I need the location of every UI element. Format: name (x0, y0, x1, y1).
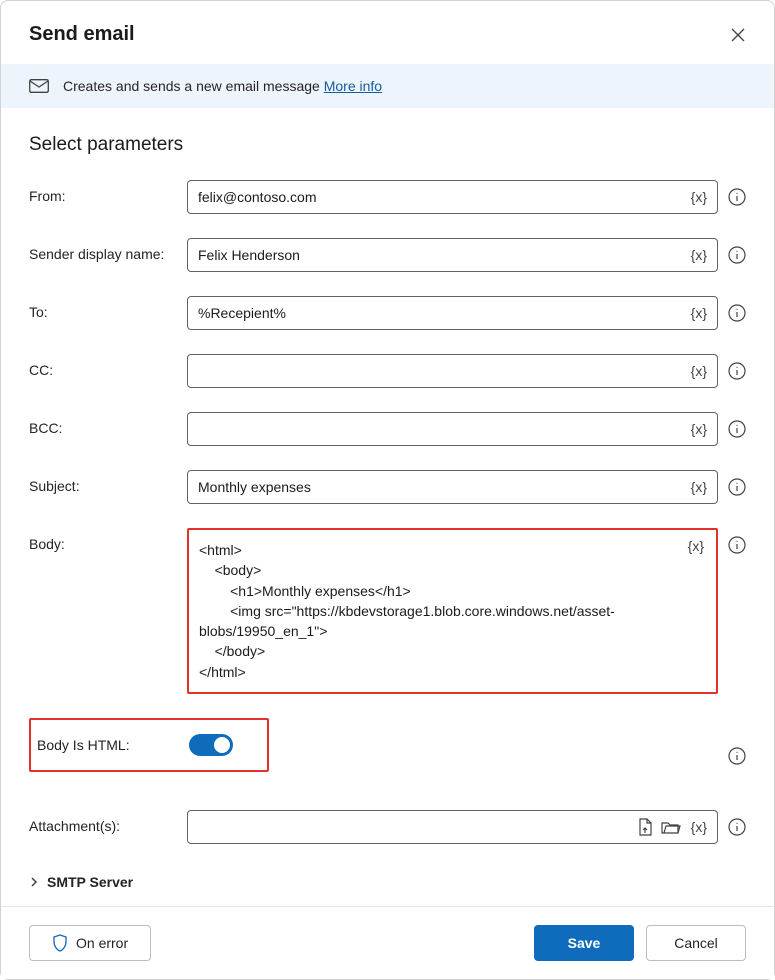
dialog-content: Select parameters From: felix@contoso.co… (1, 108, 774, 906)
variable-icon[interactable]: {x} (689, 479, 709, 495)
info-banner: Creates and sends a new email message Mo… (1, 64, 774, 108)
body-is-html-highlight: Body Is HTML: (29, 718, 269, 772)
banner-text: Creates and sends a new email message Mo… (63, 78, 382, 94)
toggle-knob (214, 737, 230, 753)
row-bcc: BCC: {x} (29, 412, 746, 446)
dialog-footer: On error Save Cancel (1, 906, 774, 979)
to-input[interactable]: %Recepient% {x} (187, 296, 718, 330)
chevron-right-icon (29, 877, 39, 887)
folder-picker-icon[interactable] (661, 820, 681, 835)
info-icon[interactable] (728, 188, 746, 206)
to-value: %Recepient% (198, 305, 286, 321)
variable-icon[interactable]: {x} (689, 247, 709, 263)
label-attachments: Attachment(s): (29, 810, 187, 834)
send-email-dialog: Send email Creates and sends a new email… (0, 0, 775, 980)
from-input[interactable]: felix@contoso.com {x} (187, 180, 718, 214)
info-icon[interactable] (728, 747, 746, 765)
from-value: felix@contoso.com (198, 189, 316, 205)
body-value: <html> <body> <h1>Monthly expenses</h1> … (199, 540, 706, 682)
row-attachments: Attachment(s): {x} (29, 810, 746, 844)
cancel-label: Cancel (674, 935, 718, 951)
cancel-button[interactable]: Cancel (646, 925, 746, 961)
row-to: To: %Recepient% {x} (29, 296, 746, 330)
row-body: Body: <html> <body> <h1>Monthly expenses… (29, 528, 746, 694)
row-cc: CC: {x} (29, 354, 746, 388)
variable-icon[interactable]: {x} (689, 819, 709, 835)
subject-input[interactable]: Monthly expenses {x} (187, 470, 718, 504)
label-subject: Subject: (29, 470, 187, 494)
dialog-title: Send email (29, 23, 135, 46)
info-icon[interactable] (728, 536, 746, 554)
row-from: From: felix@contoso.com {x} (29, 180, 746, 214)
on-error-label: On error (76, 935, 128, 951)
save-label: Save (568, 935, 601, 951)
sender-display-input[interactable]: Felix Henderson {x} (187, 238, 718, 272)
file-picker-icon[interactable] (637, 818, 653, 836)
close-icon[interactable] (730, 27, 746, 43)
shield-icon (52, 934, 68, 952)
label-bcc: BCC: (29, 412, 187, 436)
info-icon[interactable] (728, 362, 746, 380)
info-icon[interactable] (728, 246, 746, 264)
label-to: To: (29, 296, 187, 320)
banner-desc: Creates and sends a new email message (63, 78, 324, 94)
more-info-link[interactable]: More info (324, 78, 382, 94)
mail-icon (29, 79, 49, 93)
info-icon[interactable] (728, 478, 746, 496)
body-is-html-toggle[interactable] (189, 734, 233, 756)
label-body: Body: (29, 528, 187, 552)
variable-icon[interactable]: {x} (686, 538, 706, 554)
info-icon[interactable] (728, 304, 746, 322)
row-sender-display: Sender display name: Felix Henderson {x} (29, 238, 746, 272)
save-button[interactable]: Save (534, 925, 634, 961)
variable-icon[interactable]: {x} (689, 363, 709, 379)
sender-display-value: Felix Henderson (198, 247, 300, 263)
label-body-is-html: Body Is HTML: (37, 737, 189, 753)
attachments-input[interactable]: {x} (187, 810, 718, 844)
variable-icon[interactable]: {x} (689, 421, 709, 437)
label-sender-display: Sender display name: (29, 238, 187, 262)
dialog-header: Send email (1, 1, 774, 64)
smtp-server-section[interactable]: SMTP Server (29, 868, 746, 896)
label-cc: CC: (29, 354, 187, 378)
cc-input[interactable]: {x} (187, 354, 718, 388)
bcc-input[interactable]: {x} (187, 412, 718, 446)
row-subject: Subject: Monthly expenses {x} (29, 470, 746, 504)
label-from: From: (29, 180, 187, 204)
subject-value: Monthly expenses (198, 479, 311, 495)
section-title: Select parameters (29, 134, 746, 156)
smtp-label: SMTP Server (47, 874, 133, 890)
variable-icon[interactable]: {x} (689, 305, 709, 321)
variable-icon[interactable]: {x} (689, 189, 709, 205)
info-icon[interactable] (728, 420, 746, 438)
body-input[interactable]: <html> <body> <h1>Monthly expenses</h1> … (187, 528, 718, 694)
on-error-button[interactable]: On error (29, 925, 151, 961)
info-icon[interactable] (728, 818, 746, 836)
